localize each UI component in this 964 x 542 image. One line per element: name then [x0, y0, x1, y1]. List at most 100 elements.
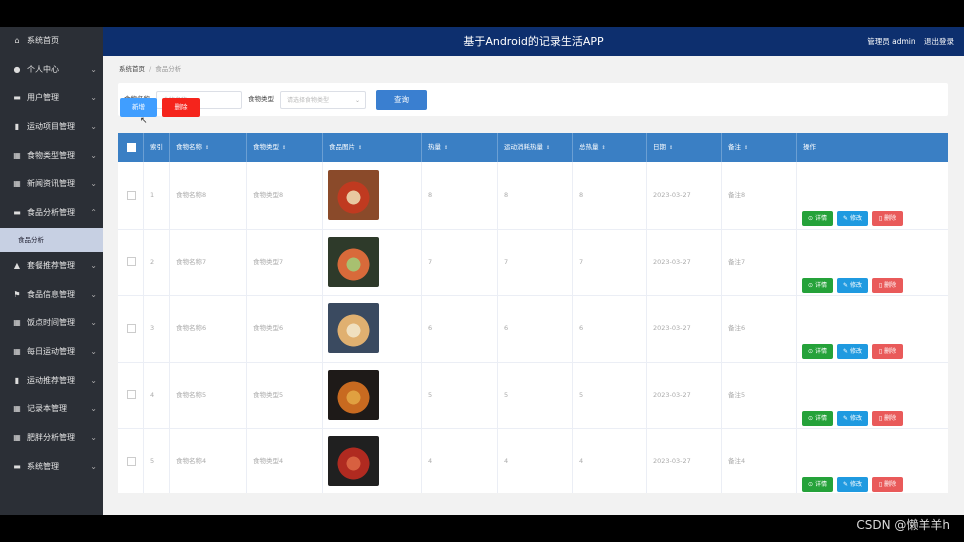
trash-icon: ▯ — [878, 281, 883, 289]
cell-note: 备注5 — [722, 361, 797, 428]
add-button[interactable]: 新增 — [120, 98, 157, 117]
col-burned-calories[interactable]: 运动消耗热量 ⇕ — [498, 133, 573, 162]
cell-index: 5 — [144, 428, 170, 493]
chevron-icon: ⌄ — [90, 346, 97, 356]
sidebar-item[interactable]: ▬ 食品分析管理 ⌃ — [0, 199, 103, 228]
checkbox-icon — [127, 257, 136, 266]
food-image[interactable] — [328, 369, 379, 420]
query-button[interactable]: 查询 — [376, 90, 427, 110]
food-type-select[interactable]: 请选择食物类型 ⌄ — [280, 91, 366, 109]
col-total-calories[interactable]: 总热量 ⇕ — [573, 133, 647, 162]
delete-button[interactable]: ▯ 删除 — [872, 410, 903, 426]
sidebar-item[interactable]: ▦ 食物类型管理 ⌄ — [0, 142, 103, 171]
detail-button[interactable]: ⊙ 详情 — [802, 410, 833, 426]
delete-button[interactable]: ▯ 删除 — [872, 477, 903, 492]
home-icon: ⌂ — [14, 36, 20, 45]
delete-label: 删除 — [884, 414, 897, 422]
sidebar-item[interactable]: ▮ 运动项目管理 ⌄ — [0, 113, 103, 142]
col-label: 运动消耗热量 — [504, 143, 543, 151]
sidebar-item-label: 肥胖分析管理 — [27, 432, 75, 442]
col-label: 热量 — [428, 143, 441, 151]
watermark: CSDN @懒羊羊h — [856, 518, 950, 532]
row-checkbox[interactable] — [118, 295, 144, 362]
col-note[interactable]: 备注 ⇕ — [722, 133, 797, 162]
detail-label: 详情 — [814, 481, 827, 488]
delete-button[interactable]: ▯ 删除 — [872, 211, 903, 226]
col-food-type[interactable]: 食物类型 ⇕ — [247, 133, 323, 162]
food-type-label: 食物类型 — [248, 95, 274, 103]
delete-label: 删除 — [884, 281, 897, 289]
sort-icon: ⇕ — [669, 145, 674, 151]
sidebar: ⌂ 系统首页 ● 个人中心 ⌄ ▬ 用户管理 ⌄ ▮ 运动项目管理 ⌄ ▦ 食物类型管理 ⌄ ▦ 新闻资讯管理… — [0, 27, 103, 515]
admin-label: 管理员 admin — [867, 37, 916, 46]
sidebar-item[interactable]: ⌂ 系统首页 — [0, 27, 103, 56]
sidebar-item-label: 食物类型管理 — [27, 150, 75, 160]
cell-food-image — [323, 295, 422, 362]
detail-button[interactable]: ⊙ 详情 — [802, 211, 833, 226]
food-image[interactable] — [328, 436, 379, 486]
cell-food-image — [323, 162, 422, 229]
food-image[interactable] — [328, 170, 379, 220]
sidebar-item[interactable]: ▲ 套餐推荐管理 ⌄ — [0, 252, 103, 281]
cell-food-type: 食物类型7 — [247, 228, 323, 295]
chevron-icon: ⌄ — [90, 179, 97, 189]
breadcrumb-home[interactable]: 系统首页 — [119, 65, 145, 73]
user-icon: ● — [13, 64, 21, 74]
sort-icon: ⇕ — [205, 145, 210, 151]
sidebar-item-label: 系统首页 — [27, 36, 59, 45]
delete-label: 删除 — [884, 215, 897, 222]
sidebar-item[interactable]: ▬ 用户管理 ⌄ — [0, 84, 103, 113]
select-all-checkbox[interactable] — [118, 133, 144, 162]
chevron-icon: ⌄ — [90, 150, 97, 160]
sidebar-subitem-food-analysis[interactable]: 食品分析 — [0, 227, 103, 252]
cell-actions: ⊙ 详情 ✎ 修改 ▯ 删除 — [797, 162, 948, 229]
user-area: 管理员 admin 退出登录 — [861, 27, 954, 56]
edit-button[interactable]: ✎ 修改 — [837, 277, 868, 293]
food-image[interactable] — [328, 236, 379, 287]
row-checkbox[interactable] — [118, 361, 144, 428]
trash-icon: ▯ — [878, 348, 883, 355]
sidebar-item[interactable]: ▦ 记录本管理 ⌄ — [0, 395, 103, 424]
delete-button[interactable]: ▯ 删除 — [872, 277, 903, 293]
row-checkbox[interactable] — [118, 162, 144, 229]
logout-link[interactable]: 退出登录 — [924, 37, 954, 46]
edit-button[interactable]: ✎ 修改 — [837, 410, 868, 426]
sidebar-item[interactable]: ▦ 每日运动管理 ⌄ — [0, 338, 103, 367]
sidebar-item[interactable]: ▬ 系统管理 ⌄ — [0, 453, 103, 482]
chevron-icon: ⌄ — [90, 93, 97, 103]
cell-calories: 8 — [422, 162, 498, 229]
detail-button[interactable]: ⊙ 详情 — [802, 344, 833, 359]
checkbox-icon — [127, 190, 136, 200]
chevron-icon: ⌄ — [90, 122, 97, 132]
detail-label: 详情 — [814, 215, 827, 222]
delete-button[interactable]: ▯ 删除 — [872, 344, 903, 359]
edit-button[interactable]: ✎ 修改 — [837, 477, 868, 492]
sidebar-item[interactable]: ▦ 新闻资讯管理 ⌄ — [0, 170, 103, 199]
col-label: 食物名称 — [176, 143, 202, 151]
sidebar-item[interactable]: ⚑ 食品信息管理 ⌄ — [0, 281, 103, 310]
sidebar-item[interactable]: ● 个人中心 ⌄ — [0, 56, 103, 85]
trash-icon: ▯ — [878, 414, 883, 422]
chevron-icon: ⌃ — [90, 208, 97, 218]
sort-icon: ⇕ — [282, 145, 287, 151]
detail-button[interactable]: ⊙ 详情 — [802, 277, 833, 293]
detail-button[interactable]: ⊙ 详情 — [802, 477, 833, 492]
chevron-icon: ⌄ — [90, 260, 97, 270]
edit-button[interactable]: ✎ 修改 — [837, 344, 868, 359]
sidebar-item[interactable]: ▮ 运动推荐管理 ⌄ — [0, 367, 103, 396]
col-index[interactable]: 索引 — [144, 133, 170, 162]
sidebar-item-label: 新闻资讯管理 — [27, 179, 75, 189]
batch-delete-button[interactable]: 删除 — [162, 98, 200, 117]
sidebar-item[interactable]: ▦ 饭点时间管理 ⌄ — [0, 309, 103, 338]
food-image[interactable] — [328, 303, 379, 353]
col-calories[interactable]: 热量 ⇕ — [422, 133, 498, 162]
sidebar-item[interactable]: ▦ 肥胖分析管理 ⌄ — [0, 424, 103, 453]
edit-button[interactable]: ✎ 修改 — [837, 211, 868, 226]
col-food-name[interactable]: 食物名称 ⇕ — [170, 133, 247, 162]
col-date[interactable]: 日期 ⇕ — [647, 133, 722, 162]
col-food-image[interactable]: 食品图片 ⇕ — [323, 133, 422, 162]
cell-food-image — [323, 228, 422, 295]
cell-date: 2023-03-27 — [647, 361, 722, 428]
row-checkbox[interactable] — [118, 428, 144, 493]
row-checkbox[interactable] — [118, 228, 144, 295]
